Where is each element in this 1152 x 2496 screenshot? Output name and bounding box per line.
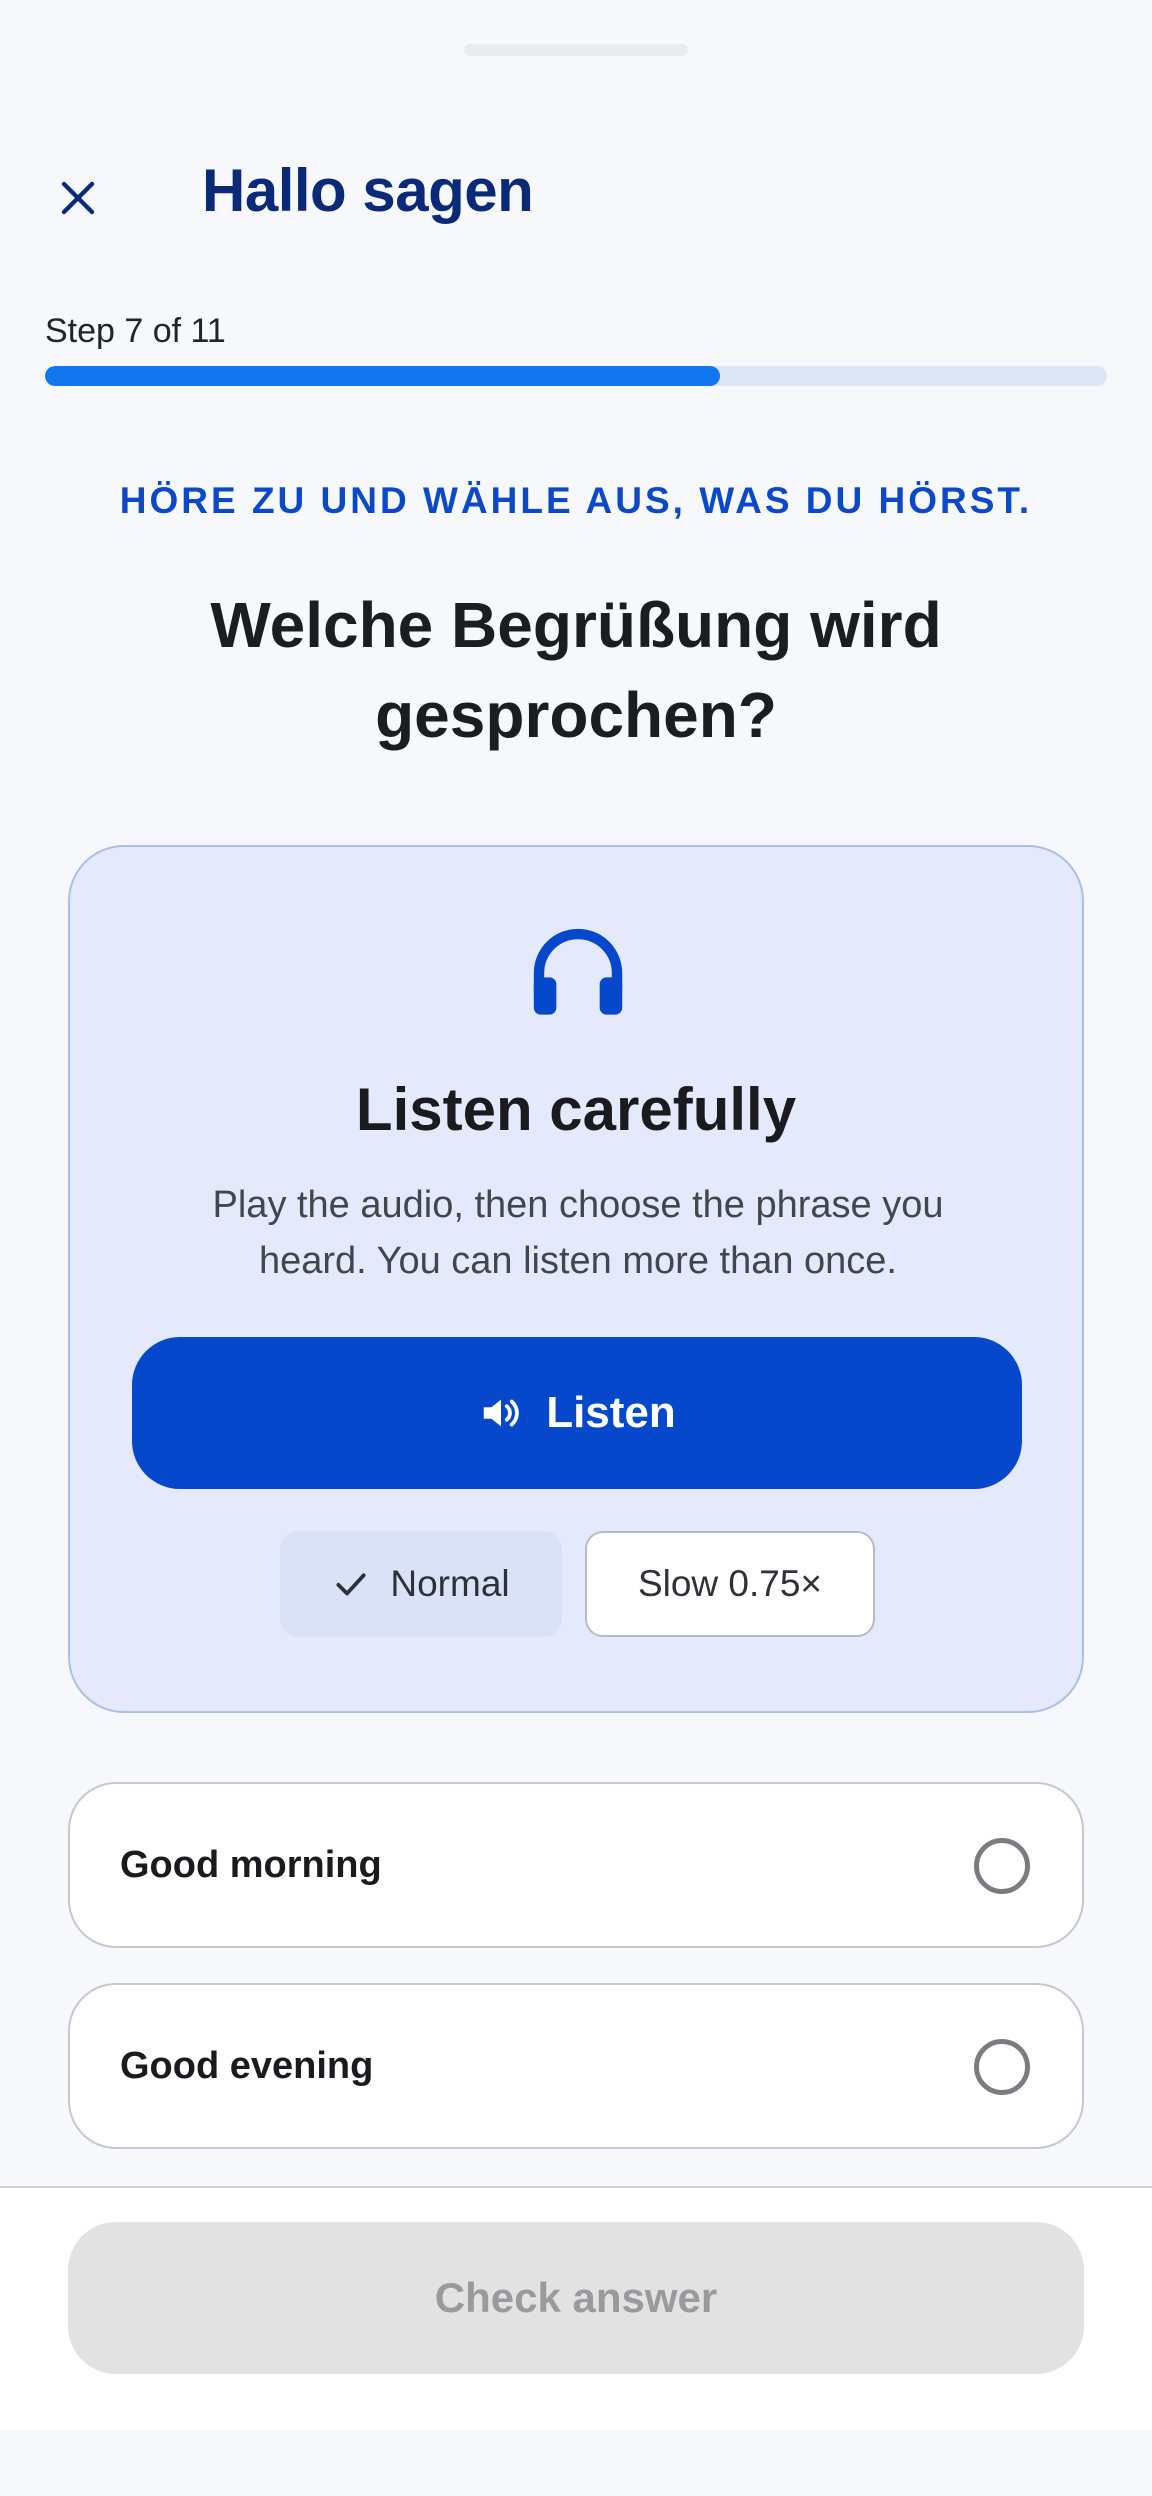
answer-option-label: Good morning bbox=[120, 1843, 382, 1886]
radio-button[interactable] bbox=[974, 1838, 1030, 1894]
step-label: Step 7 of 11 bbox=[45, 312, 226, 350]
answer-option-label: Good evening bbox=[120, 2044, 374, 2087]
header: Hallo sagen bbox=[0, 130, 1152, 260]
radio-button[interactable] bbox=[974, 2039, 1030, 2095]
check-answer-button[interactable]: Check answer bbox=[68, 2222, 1084, 2374]
footer-bar: Check answer bbox=[0, 2186, 1152, 2430]
listen-button-label: Listen bbox=[546, 1388, 676, 1437]
listen-card: Listen carefully Play the audio, then ch… bbox=[68, 845, 1084, 1713]
card-title: Listen carefully bbox=[355, 1076, 797, 1143]
progress-fill bbox=[45, 366, 721, 386]
lesson-screen: Hallo sagen Step 7 of 11 HÖRE ZU UND WÄH… bbox=[0, 0, 1152, 2496]
speed-slow-chip[interactable]: Slow 0.75× bbox=[585, 1531, 875, 1637]
headphones-icon bbox=[533, 928, 623, 1015]
speed-normal-label: Normal bbox=[390, 1563, 510, 1604]
instruction-text: HÖRE ZU UND WÄHLE AUS, WAS DU HÖRST. bbox=[119, 480, 1033, 521]
speaker-icon bbox=[483, 1399, 520, 1427]
page-title: Hallo sagen bbox=[202, 157, 534, 224]
card-description: Play the audio, then choose the phrase y… bbox=[212, 1184, 944, 1282]
speed-normal-chip[interactable]: Normal bbox=[280, 1531, 562, 1637]
listen-button[interactable]: Listen bbox=[132, 1337, 1022, 1489]
close-button[interactable] bbox=[40, 160, 116, 236]
speed-slow-label: Slow 0.75× bbox=[637, 1563, 823, 1604]
answer-option-good-morning[interactable]: Good morning bbox=[68, 1782, 1084, 1948]
speed-selector: Normal Slow 0.75× bbox=[70, 1531, 1082, 1637]
answer-option-good-evening[interactable]: Good evening bbox=[68, 1983, 1084, 2149]
check-icon bbox=[336, 1573, 366, 1596]
drag-handle[interactable] bbox=[464, 44, 688, 56]
question-heading: Welche Begrüßung wird gesprochen? bbox=[210, 589, 942, 751]
progress-bar bbox=[45, 366, 1107, 386]
close-icon bbox=[61, 181, 95, 215]
